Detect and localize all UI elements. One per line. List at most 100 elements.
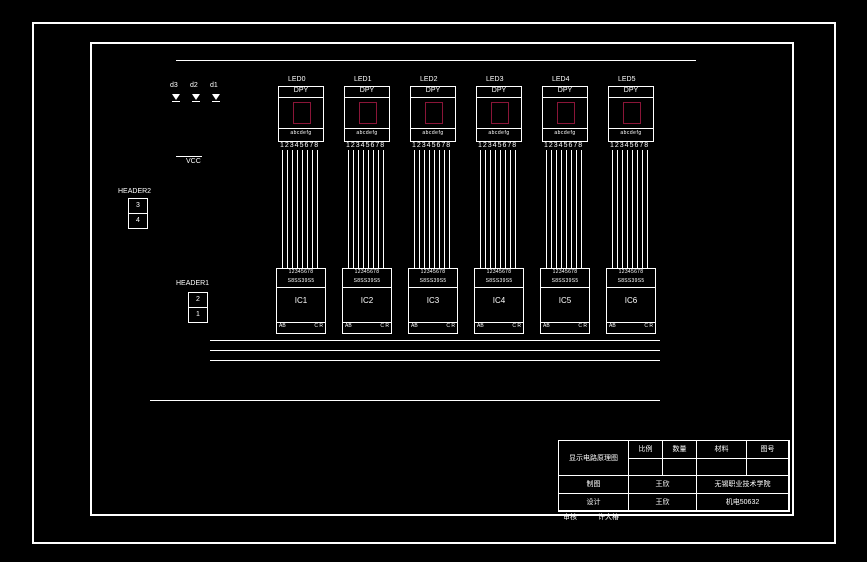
ic-botR: C R — [644, 323, 653, 333]
ic-pintop: 12345678 — [607, 269, 655, 278]
dpy-pinrow: 12345678 — [610, 142, 649, 149]
dpy-module-0: DPY abcdefg — [278, 86, 324, 142]
led-label: LED3 — [486, 76, 504, 83]
ic-botR: C R — [314, 323, 323, 333]
dpy-label: DPY — [609, 87, 653, 98]
led-label: LED2 — [420, 76, 438, 83]
header2-label: HEADER2 — [118, 188, 151, 195]
dpy-segs: abcdefg — [345, 129, 389, 136]
led-label: LED4 — [552, 76, 570, 83]
dpy-segs: abcdefg — [543, 129, 587, 136]
header2: 3 4 — [128, 198, 148, 229]
name-designer: 王欣 — [629, 494, 697, 512]
drawing-title: 显示电路原理图 — [559, 441, 629, 476]
bus-bot — [210, 360, 660, 361]
ic-6: 12345678 S8SS39S5 IC6 AB C R — [606, 268, 656, 334]
ic-label: IC4 — [475, 288, 523, 322]
diode-label: d1 — [210, 82, 218, 89]
header1-pin: 2 — [189, 293, 207, 308]
dpy-pinrow: 12345678 — [280, 142, 319, 149]
institution: 无锡职业技术学院 — [697, 476, 789, 494]
ic-pinnums: S8SS39S5 — [607, 278, 655, 288]
ic-pintop: 12345678 — [343, 269, 391, 278]
ic-pintop: 12345678 — [541, 269, 589, 278]
col-scale: 比例 — [629, 441, 663, 459]
seven-seg-icon — [293, 102, 311, 124]
dpy-label: DPY — [279, 87, 323, 98]
viewport: d3 d2 d1 VCC HEADER2 3 4 HEADER1 2 1 LED… — [0, 0, 867, 562]
dpy-module-4: DPY abcdefg — [542, 86, 588, 142]
dpy-segs: abcdefg — [477, 129, 521, 136]
col-qty: 数量 — [663, 441, 697, 459]
ic-label: IC1 — [277, 288, 325, 322]
ic-label: IC2 — [343, 288, 391, 322]
ic-botR: C R — [512, 323, 521, 333]
header1-label: HEADER1 — [176, 280, 209, 287]
title-block: 显示电路原理图 比例 数量 材料 图号 制图 王欣 无锡职业技术学院 设计 王欣… — [558, 440, 790, 512]
header1: 2 1 — [188, 292, 208, 323]
ic-botL: AB — [543, 323, 550, 333]
ic-5: 12345678 S8SS39S5 IC5 ABC R — [540, 268, 590, 334]
dpy-pinrow: 12345678 — [544, 142, 583, 149]
seven-seg-icon — [491, 102, 509, 124]
bus-v — [546, 150, 584, 268]
led-label: LED5 — [618, 76, 636, 83]
col-dwgno: 图号 — [747, 441, 789, 459]
bus-v — [282, 150, 320, 268]
ic-botL: AB — [279, 323, 286, 333]
class-id: 机电50632 — [697, 494, 789, 512]
dpy-label: DPY — [477, 87, 521, 98]
dpy-segs: abcdefg — [279, 129, 323, 136]
ic-pintop: 12345678 — [409, 269, 457, 278]
dpy-segs: abcdefg — [609, 129, 653, 136]
dpy-module-3: DPY abcdefg — [476, 86, 522, 142]
bus-v — [348, 150, 386, 268]
diode-label: d2 — [190, 82, 198, 89]
ic-label: IC3 — [409, 288, 457, 322]
ic-botR: C R — [446, 323, 455, 333]
role-designer: 设计 — [559, 494, 629, 512]
ic-pinnums: S8SS39S5 — [277, 278, 325, 288]
ic-pintop: 12345678 — [277, 269, 325, 278]
diode-d1 — [212, 94, 220, 108]
bus-v — [612, 150, 650, 268]
name-reviewer: 许大椿 — [598, 512, 619, 522]
ic-pintop: 12345678 — [475, 269, 523, 278]
bus-bot — [210, 350, 660, 351]
diode-d3 — [172, 94, 180, 108]
seven-seg-icon — [425, 102, 443, 124]
dpy-label: DPY — [543, 87, 587, 98]
seven-seg-icon — [359, 102, 377, 124]
vcc-wire — [176, 156, 202, 157]
dpy-pinrow: 12345678 — [346, 142, 385, 149]
dpy-label: DPY — [411, 87, 455, 98]
ic-pinnums: S8SS39S5 — [343, 278, 391, 288]
dpy-module-1: DPY abcdefg — [344, 86, 390, 142]
header2-pin: 3 — [129, 199, 147, 214]
ic-pinnums: S8SS39S5 — [475, 278, 523, 288]
ic-botL: AB — [609, 323, 616, 333]
diode-label: d3 — [170, 82, 178, 89]
ic-botL: AB — [345, 323, 352, 333]
name-drafter: 王欣 — [629, 476, 697, 494]
bus-bot — [150, 400, 660, 401]
dpy-pinrow: 12345678 — [412, 142, 451, 149]
ic-pinnums: S8SS39S5 — [409, 278, 457, 288]
ic-label: IC6 — [607, 288, 655, 322]
led-label: LED0 — [288, 76, 306, 83]
ic-botR: C R — [380, 323, 389, 333]
header2-pin: 4 — [129, 214, 147, 228]
vcc-label: VCC — [186, 158, 201, 165]
header1-pin: 1 — [189, 308, 207, 322]
diode-d2 — [192, 94, 200, 108]
role-drafter: 制图 — [559, 476, 629, 494]
bus-top — [176, 60, 696, 61]
ic-3: 12345678 S8SS39S5 IC3 AB C R — [408, 268, 458, 334]
ic-pinnums: S8SS39S5 — [541, 278, 589, 288]
col-mat: 材料 — [697, 441, 747, 459]
ic-botR: C R — [578, 323, 587, 333]
dpy-module-5: DPY abcdefg — [608, 86, 654, 142]
dpy-module-2: DPY abcdefg — [410, 86, 456, 142]
bus-v — [414, 150, 452, 268]
ic-botL: AB — [411, 323, 418, 333]
